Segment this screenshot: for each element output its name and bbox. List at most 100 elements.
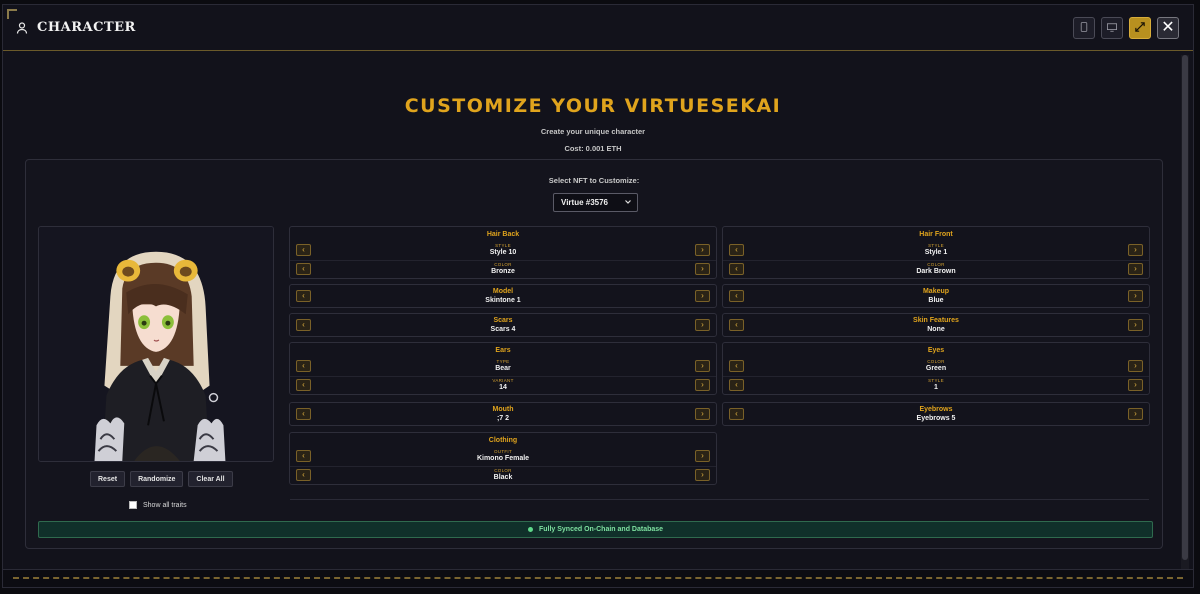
trait-sub-label: COLOR — [927, 359, 945, 364]
show-all-traits-toggle[interactable]: Show all traits — [129, 501, 187, 509]
status-dot-icon — [527, 527, 533, 532]
show-all-traits-label: Show all traits — [143, 501, 187, 509]
user-icon — [15, 21, 29, 35]
title-bar: CHARACTER ✕ — [3, 5, 1193, 51]
trait-value: Scars 4 — [490, 326, 516, 333]
trait-title: Hair Front — [919, 231, 953, 238]
trait-value: Bronze — [491, 268, 515, 275]
page-title: CUSTOMIZE YOUR VIRTUESEKAI — [404, 95, 782, 117]
chevron-right-icon: › — [701, 320, 704, 329]
trait-value: Black — [493, 474, 513, 481]
trait-sub-label: OUTFIT — [493, 449, 513, 454]
trait-row-style: ‹ STYLE 1 › — [723, 376, 1149, 393]
character-preview — [38, 226, 274, 462]
nft-select-value: Virtue #3576 — [561, 198, 608, 207]
chevron-right-icon: › — [701, 409, 704, 418]
trait-row-style: ‹ STYLE Style 10 › — [290, 242, 716, 259]
trait-title: Mouth — [492, 406, 514, 413]
next-button[interactable]: › — [695, 408, 710, 420]
trait-title: Scars — [493, 317, 513, 324]
trait-value: Green — [925, 365, 947, 372]
window-controls: ✕ — [1073, 17, 1179, 39]
select-nft-label: Select NFT to Customize: — [548, 176, 640, 185]
trait-title: Eyes — [927, 347, 945, 354]
trait-row-outfit: ‹ OUTFIT Kimono Female › — [290, 448, 716, 465]
fullscreen-icon — [1135, 19, 1145, 37]
trait-row-variant: ‹ VARIANT 14 › — [290, 376, 716, 393]
show-all-traits-checkbox[interactable] — [129, 501, 137, 509]
trait-model: ‹ Model Skintone 1 › — [289, 284, 717, 308]
close-icon: ✕ — [1161, 19, 1175, 36]
trait-scars: ‹ Scars Scars 4 › — [289, 313, 717, 337]
close-button[interactable]: ✕ — [1157, 17, 1179, 39]
next-button[interactable]: › — [1128, 360, 1143, 372]
next-button[interactable]: › — [695, 360, 710, 372]
chevron-right-icon: › — [1134, 361, 1137, 370]
chevron-right-icon: › — [701, 291, 704, 300]
character-portrait — [39, 227, 273, 461]
chevron-right-icon: › — [701, 470, 704, 479]
trait-sub-label: STYLE — [928, 378, 944, 383]
cost-text: Cost: 0.001 ETH — [564, 144, 622, 153]
desktop-view-button[interactable] — [1101, 17, 1123, 39]
chevron-right-icon: › — [701, 245, 704, 254]
window-title: CHARACTER — [37, 20, 136, 35]
bottom-bar — [3, 569, 1193, 587]
next-button[interactable]: › — [695, 469, 710, 481]
page-subtitle: Create your unique character — [540, 127, 646, 136]
trait-row-type: ‹ TYPE Bear › — [290, 358, 716, 375]
trait-row-color: ‹ COLOR Green › — [723, 358, 1149, 375]
trait-row-color: ‹ COLOR Black › — [290, 466, 716, 483]
next-button[interactable]: › — [695, 450, 710, 462]
trait-sub-label: TYPE — [496, 359, 510, 364]
trait-sub-label: STYLE — [495, 243, 511, 248]
next-button[interactable]: › — [1128, 290, 1143, 302]
next-button[interactable]: › — [1128, 379, 1143, 391]
next-button[interactable]: › — [695, 319, 710, 331]
trait-title: Makeup — [922, 288, 950, 295]
customize-panel: Select NFT to Customize: Virtue #3576 Re… — [25, 159, 1163, 549]
trait-title: Clothing — [488, 437, 518, 444]
trait-value: Eyebrows 5 — [916, 415, 956, 422]
next-button[interactable]: › — [695, 379, 710, 391]
next-button[interactable]: › — [1128, 408, 1143, 420]
nft-select[interactable]: Virtue #3576 — [553, 193, 638, 212]
trait-hair-back: Hair Back ‹ STYLE Style 10 › ‹ COLOR Bro… — [289, 226, 717, 279]
trait-row-color: ‹ COLOR Dark Brown › — [723, 260, 1149, 277]
chevron-right-icon: › — [1134, 245, 1137, 254]
trait-mouth: ‹ Mouth ;7 2 › — [289, 402, 717, 426]
chevron-right-icon: › — [1134, 409, 1137, 418]
next-button[interactable]: › — [695, 263, 710, 275]
trait-title: Hair Back — [486, 231, 520, 238]
trait-value: None — [927, 326, 945, 333]
trait-value: ;7 2 — [496, 415, 510, 422]
trait-title: Eyebrows — [919, 406, 953, 413]
trait-title: Model — [492, 288, 514, 295]
reset-button[interactable]: Reset — [90, 471, 126, 487]
fullscreen-button[interactable] — [1129, 17, 1151, 39]
next-button[interactable]: › — [1128, 244, 1143, 256]
trait-sub-label: STYLE — [928, 243, 944, 248]
trait-makeup: ‹ Makeup Blue › — [722, 284, 1150, 308]
trait-eyes: Eyes ‹ COLOR Green › ‹ STYLE 1 › — [722, 342, 1150, 395]
next-button[interactable]: › — [1128, 319, 1143, 331]
next-button[interactable]: › — [695, 290, 710, 302]
next-button[interactable]: › — [695, 244, 710, 256]
trait-hair-front: Hair Front ‹ STYLE Style 1 › ‹ COLOR Dar… — [722, 226, 1150, 279]
mobile-view-icon — [1080, 19, 1088, 37]
trait-sub-label: COLOR — [494, 468, 512, 473]
sync-status-text: Fully Synced On-Chain and Database — [538, 526, 664, 533]
trait-row-style: ‹ STYLE Style 1 › — [723, 242, 1149, 259]
trait-title: Skin Features — [913, 317, 959, 324]
trait-sub-label: COLOR — [927, 262, 945, 267]
trait-value: Dark Brown — [916, 268, 956, 275]
mobile-view-button[interactable] — [1073, 17, 1095, 39]
trait-title: Ears — [495, 347, 511, 354]
chevron-right-icon: › — [701, 451, 704, 460]
sync-status-banner: Fully Synced On-Chain and Database — [38, 521, 1153, 538]
chevron-right-icon: › — [701, 380, 704, 389]
trait-value: Blue — [928, 297, 944, 304]
clear-all-button[interactable]: Clear All — [188, 471, 233, 487]
next-button[interactable]: › — [1128, 263, 1143, 275]
randomize-button[interactable]: Randomize — [130, 471, 184, 487]
